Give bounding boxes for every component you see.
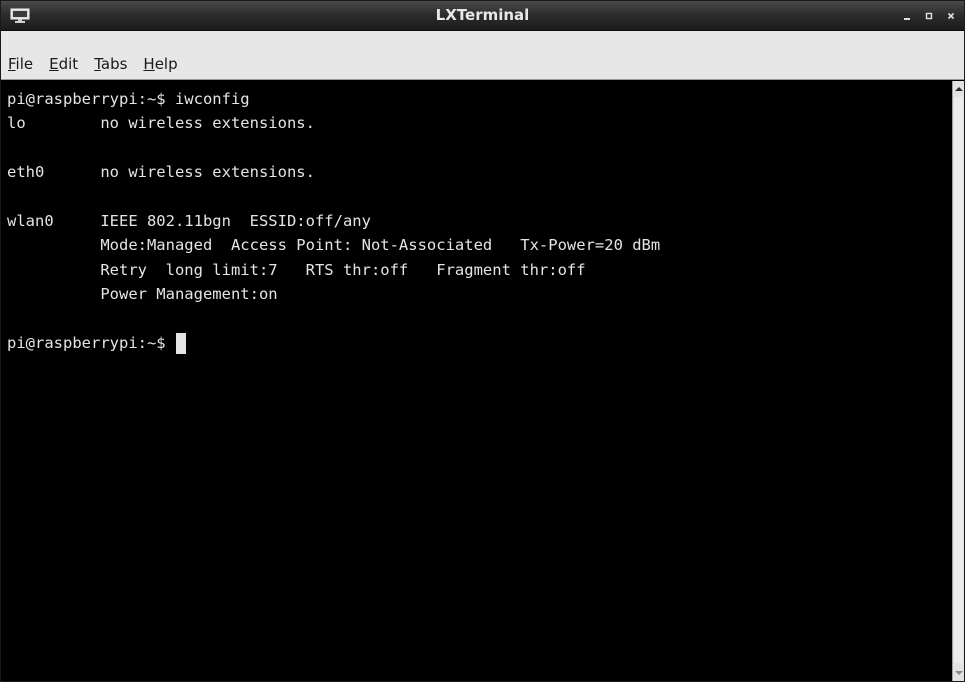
window-controls [896,1,962,30]
window-title: LXTerminal [435,6,530,24]
menu-tabs[interactable]: Tabs [86,49,135,79]
menu-edit[interactable]: Edit [41,49,86,79]
minimize-icon [904,17,910,20]
minimize-button[interactable] [896,5,918,27]
menu-bar: File Edit Tabs Help [1,49,964,80]
prompt-line[interactable]: pi@raspberrypi:~$ [7,331,952,355]
maximize-icon [925,12,933,19]
terminal-output[interactable]: pi@raspberrypi:~$ iwconfig lo no wireles… [1,81,952,681]
terminal-line: Retry long limit:7 RTS thr:off Fragment … [7,260,586,279]
shell-prompt: pi@raspberrypi:~$ [7,333,175,352]
menu-help-label: elp [154,55,178,73]
menu-file[interactable]: File [1,49,41,79]
menu-file-mnemonic: F [8,55,16,73]
scroll-track[interactable] [954,97,963,663]
title-bar[interactable]: LXTerminal [1,1,964,31]
menu-help-mnemonic: H [143,55,155,73]
scroll-up-arrow-icon [955,87,963,91]
scroll-up-button[interactable] [954,83,964,95]
menu-help[interactable]: Help [135,49,185,79]
scroll-down-button[interactable] [954,667,964,679]
terminal-line: Power Management:on [7,285,278,304]
menu-edit-label: dit [58,55,79,73]
menu-tabs-mnemonic: T [94,55,101,73]
lxterminal-window: LXTerminal File Edit Tabs Help pi@raspbe… [0,0,965,682]
menu-edit-mnemonic: E [49,55,59,73]
menu-tabs-label: abs [100,55,128,73]
close-button[interactable] [940,5,962,27]
window-frame [1,31,964,49]
vertical-scrollbar[interactable] [952,81,964,681]
close-icon [947,12,955,19]
terminal-line: Mode:Managed Access Point: Not-Associate… [7,236,661,255]
terminal-line: lo no wireless extensions. [7,114,315,133]
menu-file-label: ile [15,55,34,73]
terminal-line: pi@raspberrypi:~$ iwconfig [7,90,250,108]
maximize-button[interactable] [918,5,940,27]
terminal-line: wlan0 IEEE 802.11bgn ESSID:off/any [7,211,371,230]
terminal-line: eth0 no wireless extensions. [7,163,315,182]
scroll-down-arrow-icon [955,671,963,675]
text-cursor [175,332,186,354]
